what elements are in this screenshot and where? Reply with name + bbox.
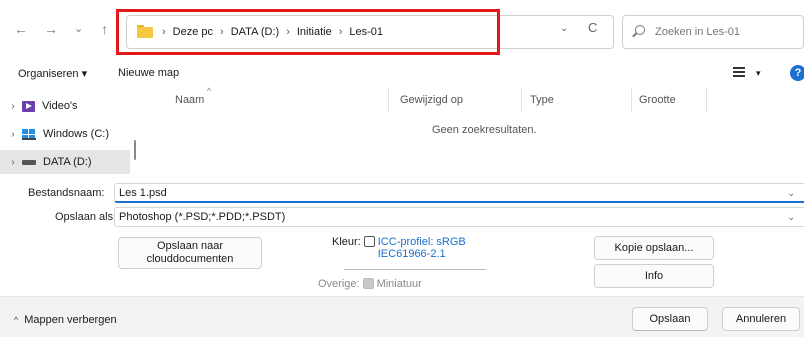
expand-chevron-icon[interactable]: › bbox=[0, 129, 22, 140]
search-box[interactable]: Zoeken in Les-01 bbox=[622, 15, 804, 49]
save-as-value: Photoshop (*.PSD;*.PDD;*.PSDT) bbox=[119, 211, 286, 223]
help-icon[interactable]: ? bbox=[790, 65, 804, 81]
collapse-caret-icon: ^ bbox=[14, 315, 19, 325]
column-divider[interactable] bbox=[521, 88, 522, 112]
nav-item-label: Windows (C:) bbox=[43, 128, 110, 140]
view-options-icon[interactable] bbox=[733, 67, 745, 77]
other-label: Overige: bbox=[318, 278, 360, 290]
address-dropdown-icon[interactable]: ⌄ bbox=[560, 23, 568, 34]
save-copy-label: Kopie opslaan... bbox=[614, 241, 694, 254]
cancel-label: Annuleren bbox=[735, 312, 787, 325]
expand-chevron-icon[interactable]: › bbox=[0, 157, 22, 168]
save-as-dropdown-icon[interactable]: ⌄ bbox=[787, 208, 795, 226]
nav-item-videos[interactable]: › Video's bbox=[0, 94, 130, 118]
column-header-size[interactable]: Grootte bbox=[639, 94, 676, 106]
icc-profile-checkbox[interactable] bbox=[363, 236, 375, 247]
color-label: Kleur: bbox=[332, 236, 361, 248]
thumbnail-label: Miniatuur bbox=[376, 278, 422, 290]
red-highlight-box bbox=[116, 9, 500, 55]
color-options: Kleur: ICC-profiel: sRGB IEC61966-2.1 bbox=[332, 236, 522, 260]
column-divider[interactable] bbox=[631, 88, 632, 112]
nav-scrollbar[interactable] bbox=[134, 140, 136, 160]
info-label: Info bbox=[644, 269, 664, 282]
filename-label: Bestandsnaam: bbox=[28, 187, 105, 199]
info-button[interactable]: Info bbox=[594, 264, 714, 288]
cancel-button[interactable]: Annuleren bbox=[722, 307, 800, 331]
filename-dropdown-icon[interactable]: ⌄ bbox=[787, 184, 795, 202]
nav-item-windows-c[interactable]: › Windows (C:) bbox=[0, 122, 130, 146]
nav-item-label: DATA (D:) bbox=[43, 156, 92, 168]
hide-folders-toggle[interactable]: ^ Mappen verbergen bbox=[14, 314, 117, 326]
options-divider bbox=[344, 269, 486, 270]
nav-item-data-d[interactable]: › DATA (D:) bbox=[0, 150, 130, 174]
other-options: Overige: Miniatuur bbox=[318, 278, 422, 290]
windows-drive-icon bbox=[22, 128, 36, 140]
refresh-icon[interactable]: C bbox=[588, 20, 597, 35]
sort-ascending-icon: ^ bbox=[207, 86, 212, 96]
thumbnail-checkbox[interactable] bbox=[362, 278, 374, 289]
filename-input[interactable]: Les 1.psd ⌄ bbox=[114, 183, 804, 203]
column-header-modified[interactable]: Gewijzigd op bbox=[400, 94, 463, 106]
save-as-type-select[interactable]: Photoshop (*.PSD;*.PDD;*.PSDT) ⌄ bbox=[114, 207, 804, 227]
icc-profile-label[interactable]: ICC-profiel: sRGB IEC61966-2.1 bbox=[378, 236, 496, 260]
column-header-type[interactable]: Type bbox=[530, 94, 554, 106]
search-placeholder: Zoeken in Les-01 bbox=[655, 26, 740, 38]
expand-chevron-icon[interactable]: › bbox=[0, 101, 22, 112]
filename-value: Les 1.psd bbox=[119, 187, 167, 199]
video-icon bbox=[22, 100, 35, 112]
forward-arrow-icon[interactable]: → bbox=[44, 22, 58, 36]
drive-icon bbox=[22, 159, 36, 165]
column-divider[interactable] bbox=[706, 88, 707, 112]
up-arrow-icon[interactable]: ↑ bbox=[101, 22, 108, 36]
toolbar: Organiseren ▾ Nieuwe map ▾ ? bbox=[0, 62, 804, 86]
nav-item-label: Video's bbox=[42, 100, 78, 112]
view-options-caret-icon[interactable]: ▾ bbox=[756, 68, 761, 79]
save-as-label: Opslaan als: bbox=[55, 211, 117, 223]
recent-locations-icon[interactable]: ⌄ bbox=[74, 22, 83, 36]
save-to-cloud-button[interactable]: Opslaan naar clouddocumenten bbox=[118, 237, 262, 269]
save-to-cloud-label: Opslaan naar clouddocumenten bbox=[146, 240, 234, 265]
save-copy-button[interactable]: Kopie opslaan... bbox=[594, 236, 714, 260]
new-folder-button[interactable]: Nieuwe map bbox=[118, 67, 179, 79]
hide-folders-label: Mappen verbergen bbox=[24, 314, 117, 326]
save-label: Opslaan bbox=[649, 312, 691, 325]
search-icon bbox=[635, 25, 645, 35]
organize-menu-button[interactable]: Organiseren ▾ bbox=[18, 67, 87, 80]
save-button[interactable]: Opslaan bbox=[632, 307, 708, 331]
column-header-name[interactable]: Naam bbox=[175, 94, 204, 106]
column-divider[interactable] bbox=[388, 88, 389, 112]
empty-results-message: Geen zoekresultaten. bbox=[432, 124, 537, 136]
back-arrow-icon[interactable]: ← bbox=[14, 22, 28, 36]
